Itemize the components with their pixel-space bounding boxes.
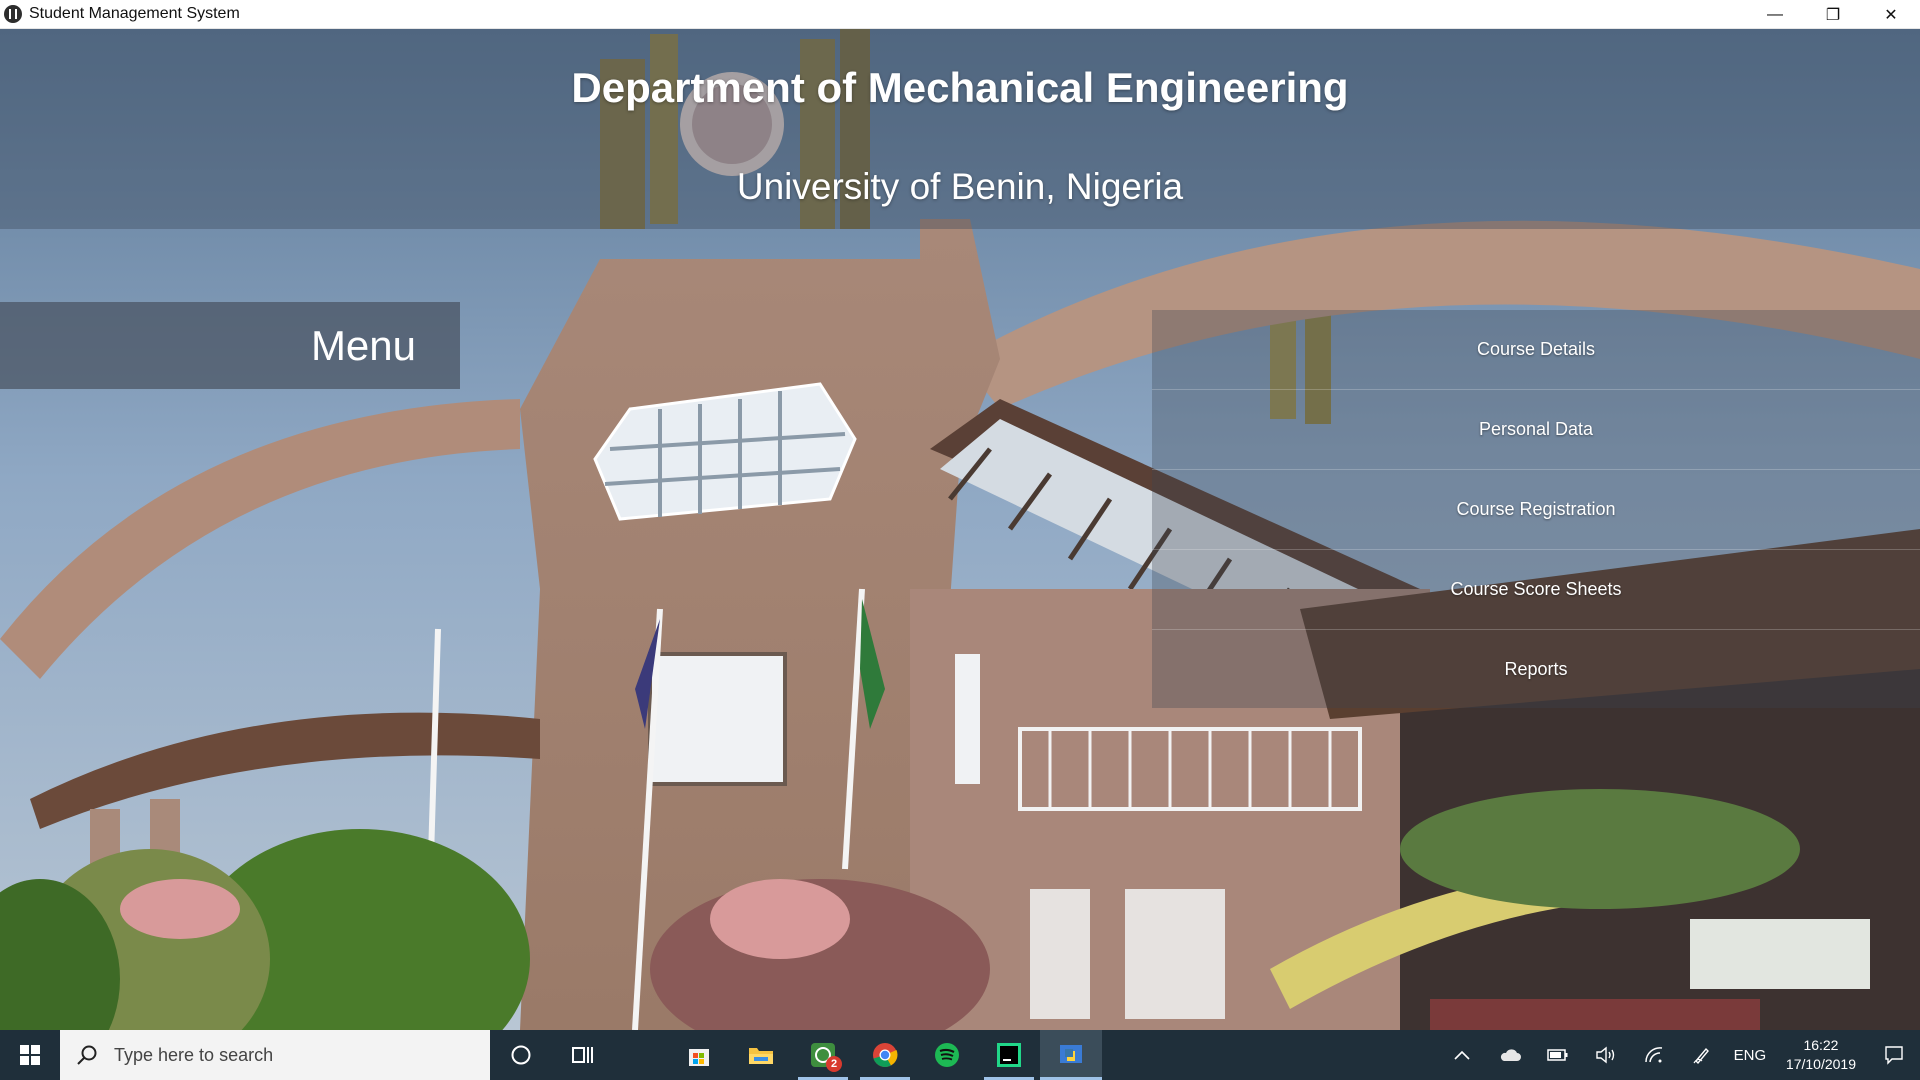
app-icon bbox=[4, 5, 22, 23]
menu-label: Menu bbox=[310, 322, 416, 369]
whatsapp-icon[interactable]: 2 bbox=[792, 1030, 854, 1080]
onedrive-icon[interactable] bbox=[1486, 1030, 1534, 1080]
menu-item-reports[interactable]: Reports bbox=[1152, 630, 1920, 709]
menu-item-course-registration[interactable]: Course Registration bbox=[1152, 470, 1920, 550]
volume-icon[interactable] bbox=[1582, 1030, 1630, 1080]
page-subtitle: University of Benin, Nigeria bbox=[736, 166, 1184, 207]
windows-logo-icon bbox=[20, 1045, 40, 1065]
notification-badge: 2 bbox=[826, 1056, 842, 1072]
window-title: Student Management System bbox=[29, 5, 240, 22]
search-icon bbox=[77, 1045, 97, 1065]
task-view-icon[interactable] bbox=[552, 1030, 614, 1080]
window-controls: — ❐ ✕ bbox=[1746, 0, 1920, 29]
language-indicator[interactable]: ENG bbox=[1726, 1030, 1774, 1080]
taskbar-clock[interactable]: 16:22 17/10/2019 bbox=[1774, 1030, 1868, 1080]
search-placeholder: Type here to search bbox=[114, 1044, 274, 1065]
chevron-up-icon[interactable] bbox=[1438, 1030, 1486, 1080]
start-button[interactable] bbox=[0, 1030, 60, 1080]
store-icon[interactable] bbox=[668, 1030, 730, 1080]
taskbar-search[interactable]: Type here to search bbox=[60, 1030, 490, 1080]
file-explorer-icon[interactable] bbox=[730, 1030, 792, 1080]
window-titlebar: Student Management System — ❐ ✕ bbox=[0, 0, 1920, 29]
clock-time: 16:22 bbox=[1803, 1037, 1839, 1053]
battery-icon[interactable] bbox=[1534, 1030, 1582, 1080]
menu-item-course-details[interactable]: Course Details bbox=[1152, 310, 1920, 390]
menu-item-personal-data[interactable]: Personal Data bbox=[1152, 390, 1920, 470]
minimize-button[interactable]: — bbox=[1746, 0, 1804, 29]
notification-center-icon[interactable] bbox=[1868, 1030, 1920, 1080]
clock-date: 17/10/2019 bbox=[1785, 1056, 1856, 1072]
chrome-icon[interactable] bbox=[854, 1030, 916, 1080]
menu-item-course-score-sheets[interactable]: Course Score Sheets bbox=[1152, 550, 1920, 630]
taskbar: Type here to search 2 ENG 16:22 17/10/20… bbox=[0, 1030, 1920, 1080]
page-title: Department of Mechanical Engineering bbox=[571, 64, 1349, 111]
spotify-icon[interactable] bbox=[916, 1030, 978, 1080]
close-button[interactable]: ✕ bbox=[1862, 0, 1920, 29]
wifi-icon[interactable] bbox=[1630, 1030, 1678, 1080]
cortana-icon[interactable] bbox=[490, 1030, 552, 1080]
menu-header: Menu bbox=[0, 302, 460, 389]
python-app-icon[interactable] bbox=[1040, 1030, 1102, 1080]
restore-button[interactable]: ❐ bbox=[1804, 0, 1862, 29]
pen-icon[interactable] bbox=[1678, 1030, 1726, 1080]
system-tray: ENG 16:22 17/10/2019 bbox=[1438, 1030, 1920, 1080]
pycharm-icon[interactable] bbox=[978, 1030, 1040, 1080]
main-menu: Course Details Personal Data Course Regi… bbox=[1152, 310, 1920, 708]
